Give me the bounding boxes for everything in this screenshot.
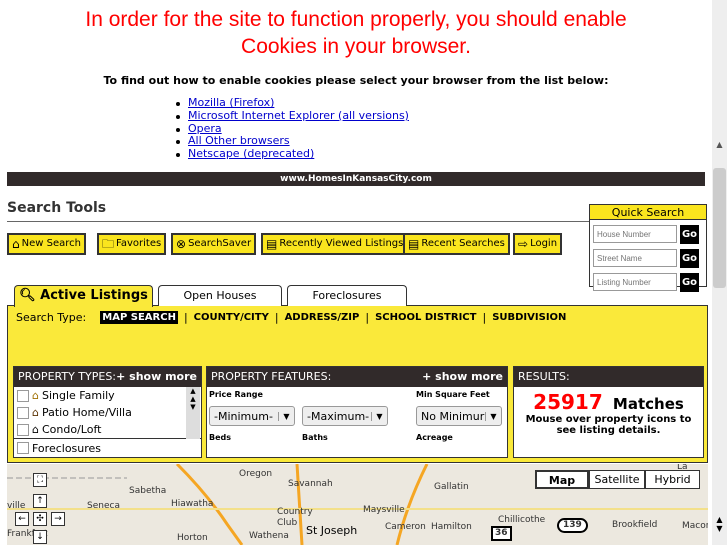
lifesaver-icon: ⊗: [176, 237, 187, 251]
search-type-map[interactable]: MAP SEARCH: [100, 311, 178, 324]
map-label: Wathena: [249, 531, 289, 541]
cookie-warning: In order for the site to function proper…: [85, 8, 627, 58]
fullscreen-icon[interactable]: ⛶: [33, 473, 47, 487]
map-label: Horton: [177, 533, 208, 543]
pan-right-icon[interactable]: →: [51, 512, 65, 526]
highway-shield: 36: [491, 526, 512, 541]
map-label: ville: [7, 501, 26, 511]
browser-link[interactable]: Mozilla (Firefox): [188, 96, 274, 109]
street-name-input[interactable]: [593, 249, 677, 267]
map-label: Brookfield: [612, 520, 658, 530]
quick-search-title: Quick Search: [590, 205, 706, 220]
map-type-satellite[interactable]: Satellite: [589, 470, 645, 489]
search-type-address[interactable]: ADDRESS/ZIP: [285, 312, 360, 323]
browser-link[interactable]: All Other browsers: [188, 134, 290, 147]
foreclosures-item[interactable]: Foreclosures: [14, 439, 201, 457]
favorites-button[interactable]: 🗀 Favorites: [97, 233, 167, 255]
map-label: Chillicothe: [498, 515, 546, 525]
browser-link[interactable]: Netscape (deprecated): [188, 147, 314, 160]
map-label: Oregon: [239, 469, 273, 479]
house-icon: ⌂: [32, 406, 39, 419]
search-icon: 🔍︎: [19, 288, 41, 303]
map-label: Macon: [682, 521, 708, 531]
go-button[interactable]: Go: [680, 273, 699, 292]
go-button[interactable]: Go: [680, 249, 699, 268]
house-number-input[interactable]: [593, 225, 677, 243]
site-bar: www.HomesInKansasCity.com: [7, 172, 705, 186]
property-features-box: PROPERTY FEATURES: + show more Price Rang…: [206, 366, 508, 458]
map-label: Hiawatha: [171, 499, 214, 509]
tab-foreclosures[interactable]: Foreclosures: [287, 285, 407, 306]
map-label: Maysville: [363, 505, 405, 515]
pan-down-icon[interactable]: ↓: [33, 530, 47, 544]
map-label: Cameron: [385, 522, 426, 532]
search-tools-title: Search Tools: [7, 200, 107, 216]
map-label: Hamilton: [431, 522, 472, 532]
property-type-item[interactable]: ⌂ Single Family: [14, 387, 201, 404]
min-sqft-select[interactable]: No Minimur ▼: [416, 406, 502, 426]
map-type-map[interactable]: Map: [535, 470, 589, 489]
cookie-instructions: To find out how to enable cookies please…: [103, 74, 609, 87]
listing-number-input[interactable]: [593, 273, 677, 291]
map-label: Sabetha: [129, 486, 167, 496]
browser-list: Mozilla (Firefox) Microsoft Internet Exp…: [176, 96, 409, 161]
pan-center-icon[interactable]: ✣: [33, 512, 47, 526]
chevron-down-icon: ▼: [485, 411, 501, 421]
search-type-county[interactable]: COUNTY/CITY: [194, 312, 269, 323]
map-label: Savannah: [288, 479, 333, 489]
house-icon: ⌂: [32, 389, 39, 402]
results-count: 25917: [533, 390, 603, 414]
chevron-down-icon: ▼: [278, 411, 294, 421]
new-search-button[interactable]: ⌂ New Search: [7, 233, 86, 255]
go-button[interactable]: Go: [680, 225, 699, 244]
search-type-school[interactable]: SCHOOL DISTRICT: [375, 312, 476, 323]
results-box: RESULTS: 25917 Matches Mouse over proper…: [513, 366, 704, 458]
map-label: Seneca: [87, 501, 120, 511]
quick-search: Quick Search Go Go Go: [589, 204, 707, 292]
folder-icon: 🗀: [102, 237, 115, 251]
browser-link[interactable]: Microsoft Internet Explorer (all version…: [188, 109, 409, 122]
arrow-right-icon: ⇨: [518, 237, 529, 251]
login-button[interactable]: ⇨ Login: [513, 233, 563, 255]
map-label: Gallatin: [434, 482, 469, 492]
pan-left-icon[interactable]: ←: [15, 512, 29, 526]
price-max-select[interactable]: -Maximum- ▼: [302, 406, 388, 426]
list-icon: ▤: [266, 237, 278, 251]
pan-up-icon[interactable]: ↑: [33, 494, 47, 508]
home-icon: ⌂: [12, 237, 20, 251]
show-more-link[interactable]: + show more: [116, 367, 197, 387]
recently-viewed-button[interactable]: ▤ Recently Viewed Listings: [261, 233, 409, 255]
price-min-select[interactable]: -Minimum- ▼: [209, 406, 295, 426]
property-type-item[interactable]: ⌂ Patio Home/Villa: [14, 404, 201, 421]
recent-searches-button[interactable]: ▤ Recent Searches: [403, 233, 510, 255]
chevron-down-icon: ▼: [371, 411, 387, 421]
highway-shield: 139: [557, 518, 588, 533]
divider: [7, 221, 589, 222]
scrollbar[interactable]: ▲ ▲ ▼: [712, 0, 727, 545]
show-more-link[interactable]: + show more: [422, 367, 503, 387]
property-types-box: PROPERTY TYPES: + show more ⌂ Single Famil…: [13, 366, 202, 458]
list-icon: ▤: [408, 237, 420, 251]
tab-open-houses[interactable]: Open Houses: [158, 285, 282, 306]
condo-icon: ⌂: [32, 423, 39, 436]
tab-active-listings[interactable]: 🔍︎ Active Listings: [14, 285, 153, 307]
searchsaver-button[interactable]: ⊗ SearchSaver: [171, 233, 257, 255]
scrollbar[interactable]: ▲ ▲ ▼: [186, 387, 200, 439]
scrollbar-thumb[interactable]: [713, 168, 726, 288]
search-type: Search Type: MAP SEARCH | COUNTY/CITY | AD…: [16, 311, 567, 324]
map-label: St Joseph: [306, 524, 358, 537]
search-type-subdivision[interactable]: SUBDIVISION: [492, 312, 566, 323]
property-type-item[interactable]: ⌂ Condo/Loft: [14, 421, 201, 438]
browser-link[interactable]: Opera: [188, 122, 222, 135]
map-type-hybrid[interactable]: Hybrid: [645, 470, 700, 489]
